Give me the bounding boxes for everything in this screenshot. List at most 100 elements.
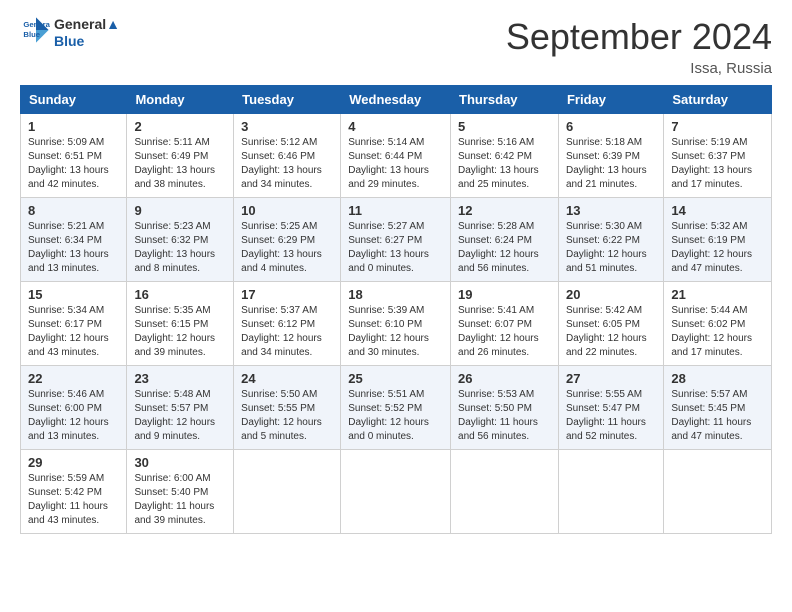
svg-text:General: General [23,20,50,29]
day-info: Sunrise: 5:48 AM Sunset: 5:57 PM Dayligh… [134,388,226,444]
day-info: Sunrise: 5:55 AM Sunset: 5:47 PM Dayligh… [566,388,656,444]
day-number: 18 [348,287,443,302]
day-cell: 21 Sunrise: 5:44 AM Sunset: 6:02 PM Dayli… [664,282,772,366]
day-info: Sunrise: 5:42 AM Sunset: 6:05 PM Dayligh… [566,304,656,360]
day-cell: 16 Sunrise: 5:35 AM Sunset: 6:15 PM Dayli… [127,282,234,366]
week-row-5: 29Sunrise: 5:59 AM Sunset: 5:42 PM Dayli… [21,450,772,534]
day-cell [234,450,341,534]
day-number: 30 [134,455,226,470]
logo-icon: General Blue [22,16,50,44]
day-number: 29 [28,455,119,470]
day-number: 5 [458,119,551,134]
day-info: Sunrise: 5:39 AM Sunset: 6:10 PM Dayligh… [348,304,443,360]
day-info: Sunrise: 5:44 AM Sunset: 6:02 PM Dayligh… [671,304,764,360]
month-title: September 2024 [506,16,772,58]
day-number: 23 [134,371,226,386]
day-cell: 22 Sunrise: 5:46 AM Sunset: 6:00 PM Dayli… [21,366,127,450]
day-cell: 11Sunrise: 5:27 AM Sunset: 6:27 PM Dayli… [341,198,451,282]
day-number: 10 [241,203,333,218]
day-number: 8 [28,203,119,218]
day-info: Sunrise: 5:35 AM Sunset: 6:15 PM Dayligh… [134,304,226,360]
day-cell [341,450,451,534]
day-cell [558,450,663,534]
week-row-1: 1Sunrise: 5:09 AM Sunset: 6:51 PM Daylig… [21,114,772,198]
day-info: Sunrise: 5:09 AM Sunset: 6:51 PM Dayligh… [28,136,119,192]
day-number: 14 [671,203,764,218]
day-cell: 18 Sunrise: 5:39 AM Sunset: 6:10 PM Dayli… [341,282,451,366]
day-info: Sunrise: 5:32 AM Sunset: 6:19 PM Dayligh… [671,220,764,276]
day-info: Sunrise: 5:57 AM Sunset: 5:45 PM Dayligh… [671,388,764,444]
week-row-4: 22 Sunrise: 5:46 AM Sunset: 6:00 PM Dayli… [21,366,772,450]
day-cell: 25 Sunrise: 5:51 AM Sunset: 5:52 PM Dayli… [341,366,451,450]
day-info: Sunrise: 5:21 AM Sunset: 6:34 PM Dayligh… [28,220,119,276]
day-cell: 4Sunrise: 5:14 AM Sunset: 6:44 PM Daylig… [341,114,451,198]
day-cell: 28Sunrise: 5:57 AM Sunset: 5:45 PM Dayli… [664,366,772,450]
day-number: 6 [566,119,656,134]
weekday-monday: Monday [127,86,234,114]
day-info: Sunrise: 5:34 AM Sunset: 6:17 PM Dayligh… [28,304,119,360]
day-number: 20 [566,287,656,302]
day-cell [664,450,772,534]
day-cell: 13Sunrise: 5:30 AM Sunset: 6:22 PM Dayli… [558,198,663,282]
day-info: Sunrise: 5:41 AM Sunset: 6:07 PM Dayligh… [458,304,551,360]
weekday-sunday: Sunday [21,86,127,114]
title-block: September 2024 Issa, Russia [506,16,772,77]
day-info: Sunrise: 5:23 AM Sunset: 6:32 PM Dayligh… [134,220,226,276]
day-cell: 9 Sunrise: 5:23 AM Sunset: 6:32 PM Daylig… [127,198,234,282]
day-info: Sunrise: 5:11 AM Sunset: 6:49 PM Dayligh… [134,136,226,192]
day-number: 19 [458,287,551,302]
day-number: 7 [671,119,764,134]
day-info: Sunrise: 5:28 AM Sunset: 6:24 PM Dayligh… [458,220,551,276]
weekday-tuesday: Tuesday [234,86,341,114]
day-cell: 17 Sunrise: 5:37 AM Sunset: 6:12 PM Dayli… [234,282,341,366]
weekday-thursday: Thursday [451,86,559,114]
day-number: 25 [348,371,443,386]
day-cell: 7Sunrise: 5:19 AM Sunset: 6:37 PM Daylig… [664,114,772,198]
day-cell: 3 Sunrise: 5:12 AM Sunset: 6:46 PM Daylig… [234,114,341,198]
day-info: Sunrise: 5:50 AM Sunset: 5:55 PM Dayligh… [241,388,333,444]
weekday-wednesday: Wednesday [341,86,451,114]
day-number: 22 [28,371,119,386]
day-cell: 15 Sunrise: 5:34 AM Sunset: 6:17 PM Dayli… [21,282,127,366]
day-info: Sunrise: 5:27 AM Sunset: 6:27 PM Dayligh… [348,220,443,276]
day-info: Sunrise: 5:12 AM Sunset: 6:46 PM Dayligh… [241,136,333,192]
day-cell: 12Sunrise: 5:28 AM Sunset: 6:24 PM Dayli… [451,198,559,282]
day-cell: 6Sunrise: 5:18 AM Sunset: 6:39 PM Daylig… [558,114,663,198]
day-number: 4 [348,119,443,134]
day-cell: 2 Sunrise: 5:11 AM Sunset: 6:49 PM Daylig… [127,114,234,198]
day-number: 15 [28,287,119,302]
day-cell: 5 Sunrise: 5:16 AM Sunset: 6:42 PM Daylig… [451,114,559,198]
week-row-2: 8 Sunrise: 5:21 AM Sunset: 6:34 PM Daylig… [21,198,772,282]
weekday-header-row: SundayMondayTuesdayWednesdayThursdayFrid… [21,86,772,114]
day-number: 16 [134,287,226,302]
logo-text: General▲ Blue [54,16,120,50]
svg-text:Blue: Blue [23,30,40,39]
day-cell: 8 Sunrise: 5:21 AM Sunset: 6:34 PM Daylig… [21,198,127,282]
calendar-table: SundayMondayTuesdayWednesdayThursdayFrid… [20,85,772,534]
day-info: Sunrise: 6:00 AM Sunset: 5:40 PM Dayligh… [134,472,226,528]
day-info: Sunrise: 5:51 AM Sunset: 5:52 PM Dayligh… [348,388,443,444]
day-cell: 26Sunrise: 5:53 AM Sunset: 5:50 PM Dayli… [451,366,559,450]
day-number: 24 [241,371,333,386]
location: Issa, Russia [506,60,772,77]
day-number: 17 [241,287,333,302]
page: General Blue General▲ Blue September 202… [0,0,792,612]
day-info: Sunrise: 5:16 AM Sunset: 6:42 PM Dayligh… [458,136,551,192]
day-cell [451,450,559,534]
day-number: 13 [566,203,656,218]
week-row-3: 15 Sunrise: 5:34 AM Sunset: 6:17 PM Dayli… [21,282,772,366]
day-info: Sunrise: 5:46 AM Sunset: 6:00 PM Dayligh… [28,388,119,444]
weekday-friday: Friday [558,86,663,114]
day-cell: 24 Sunrise: 5:50 AM Sunset: 5:55 PM Dayli… [234,366,341,450]
day-number: 26 [458,371,551,386]
logo: General Blue General▲ Blue [20,16,120,50]
day-number: 21 [671,287,764,302]
day-cell: 27Sunrise: 5:55 AM Sunset: 5:47 PM Dayli… [558,366,663,450]
day-cell: 30 Sunrise: 6:00 AM Sunset: 5:40 PM Dayli… [127,450,234,534]
day-number: 2 [134,119,226,134]
header: General Blue General▲ Blue September 202… [20,16,772,77]
day-number: 3 [241,119,333,134]
day-number: 9 [134,203,226,218]
day-cell: 10Sunrise: 5:25 AM Sunset: 6:29 PM Dayli… [234,198,341,282]
day-info: Sunrise: 5:37 AM Sunset: 6:12 PM Dayligh… [241,304,333,360]
